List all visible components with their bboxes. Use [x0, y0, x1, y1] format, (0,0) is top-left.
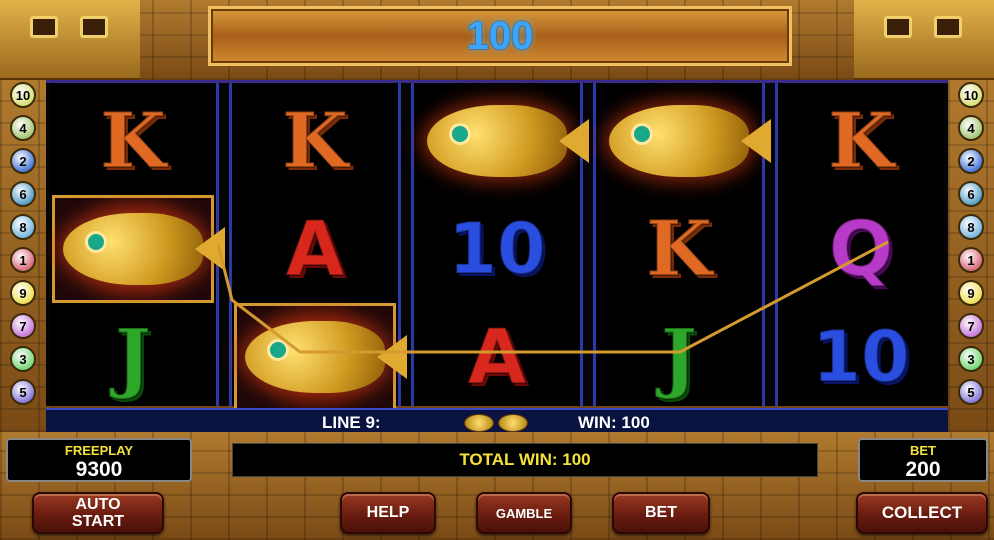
- payline-left-7-indicator[interactable]: 7: [10, 313, 36, 339]
- reel-cell: [596, 87, 771, 195]
- symbol-10: 10: [811, 316, 910, 398]
- reel-cell: 10: [778, 303, 944, 411]
- payline-right-7-indicator[interactable]: 7: [958, 313, 984, 339]
- reel-cell: Q: [778, 195, 944, 303]
- symbol-j: J: [660, 312, 698, 401]
- totem-left-decoration: [0, 0, 140, 81]
- reel-cell: K: [778, 87, 944, 195]
- freeplay-box: FREEPLAY 9300: [6, 438, 192, 482]
- symbol-k: K: [827, 96, 895, 185]
- reel-cell: A: [414, 303, 580, 411]
- win-display: 100: [208, 6, 792, 66]
- symbol-j: J: [114, 312, 152, 401]
- bet-button[interactable]: BET: [612, 492, 710, 534]
- payline-left-1-indicator[interactable]: 1: [10, 247, 36, 273]
- payline-right-2-indicator[interactable]: 2: [958, 148, 984, 174]
- payline-left-6-indicator[interactable]: 6: [10, 181, 36, 207]
- reel-cell: [414, 87, 589, 195]
- help-button[interactable]: HELP: [340, 492, 436, 534]
- fish-icon: [498, 414, 528, 432]
- symbol-q: Q: [828, 204, 895, 293]
- golden-fish-symbol: [427, 105, 589, 177]
- reel-cell: K: [596, 195, 762, 303]
- gamble-button[interactable]: GAMBLE: [476, 492, 572, 534]
- total-win: TOTAL WIN: 100: [232, 443, 818, 477]
- reel-cell: K: [232, 87, 398, 195]
- reel-cell: [50, 195, 225, 303]
- reel-cell: A: [232, 195, 398, 303]
- payline-left-10-indicator[interactable]: 10: [10, 82, 36, 108]
- payline-right-4-indicator[interactable]: 4: [958, 115, 984, 141]
- payline-right-10-indicator[interactable]: 10: [958, 82, 984, 108]
- totem-right-decoration: [854, 0, 994, 81]
- golden-fish-symbol: [63, 213, 225, 285]
- symbol-k: K: [99, 96, 167, 185]
- reel-cell: 10: [414, 195, 580, 303]
- reel-cell: J: [596, 303, 762, 411]
- reel-cell: J: [50, 303, 216, 411]
- reel-area: K J K A 10 A K J K Q 10: [46, 80, 948, 411]
- reel-3: 10 A: [411, 83, 589, 406]
- payline-right-5-indicator[interactable]: 5: [958, 379, 984, 405]
- line-label: LINE 9:: [322, 413, 381, 432]
- symbol-k: K: [281, 96, 349, 185]
- payline-left-2-indicator[interactable]: 2: [10, 148, 36, 174]
- reel-cell: K: [50, 87, 216, 195]
- reel-1: KJ: [50, 83, 225, 406]
- symbol-10: 10: [447, 208, 546, 290]
- golden-fish-symbol: [609, 105, 771, 177]
- payline-right-3-indicator[interactable]: 3: [958, 346, 984, 372]
- payline-left-9-indicator[interactable]: 9: [10, 280, 36, 306]
- payline-left-4-indicator[interactable]: 4: [10, 115, 36, 141]
- golden-fish-symbol: [245, 321, 407, 393]
- payline-left-3-indicator[interactable]: 3: [10, 346, 36, 372]
- bet-value: 200: [905, 458, 941, 481]
- symbol-a: A: [467, 312, 528, 401]
- symbol-k: K: [645, 204, 713, 293]
- symbol-a: A: [285, 204, 346, 293]
- payline-right-9-indicator[interactable]: 9: [958, 280, 984, 306]
- payline-right-8-indicator[interactable]: 8: [958, 214, 984, 240]
- payline-left-8-indicator[interactable]: 8: [10, 214, 36, 240]
- line-win: WIN: 100: [578, 413, 650, 432]
- collect-button[interactable]: COLLECT: [856, 492, 988, 534]
- bet-box: BET 200: [858, 438, 988, 482]
- reel-cell: [232, 303, 407, 411]
- freeplay-label: FREEPLAY: [64, 443, 134, 458]
- payline-right-6-indicator[interactable]: 6: [958, 181, 984, 207]
- freeplay-value: 9300: [75, 458, 123, 481]
- auto-start-button[interactable]: AUTO START: [32, 492, 164, 534]
- reel-2: KA: [229, 83, 407, 411]
- line-symbols: [464, 414, 528, 432]
- payline-right-1-indicator[interactable]: 1: [958, 247, 984, 273]
- reel-5: K Q 10: [775, 83, 944, 406]
- bet-label: BET: [910, 443, 936, 458]
- win-amount: 100: [466, 13, 534, 58]
- payline-left-5-indicator[interactable]: 5: [10, 379, 36, 405]
- fish-icon: [464, 414, 494, 432]
- reel-4: KJ: [593, 83, 771, 406]
